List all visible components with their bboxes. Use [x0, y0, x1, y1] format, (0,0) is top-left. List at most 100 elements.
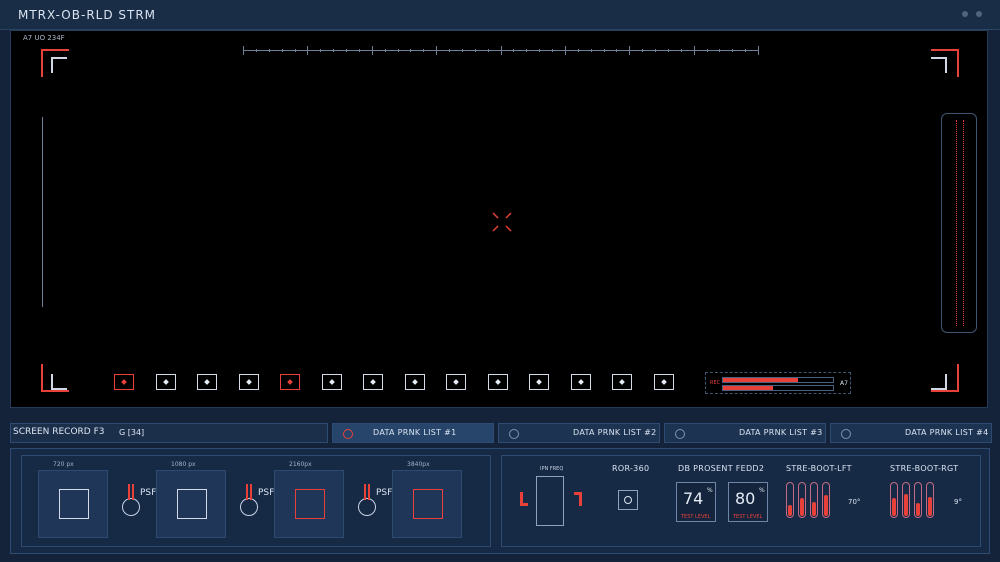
resolution-card[interactable]: 720 px — [38, 461, 108, 538]
record-status: SCREEN RECORD F3 G [34] — [10, 423, 328, 443]
ruler-tick — [719, 49, 721, 52]
boot-pill — [798, 482, 806, 518]
value-unit: % — [759, 487, 765, 494]
boot-pill-fill — [928, 496, 932, 516]
selection-box[interactable] — [526, 371, 552, 393]
tab-label: DATA PRNK LIST #4 — [905, 428, 989, 437]
selection-box[interactable] — [568, 371, 594, 393]
ruler-tick — [745, 49, 747, 52]
selection-box[interactable] — [236, 371, 262, 393]
ror-dial — [618, 490, 638, 510]
boot-right-label: STRE-BOOT-RGT — [890, 464, 959, 473]
boot-pill — [810, 482, 818, 518]
selection-box[interactable] — [319, 371, 345, 393]
value-number: 80 — [735, 489, 756, 508]
psf-bar-icon — [246, 484, 252, 500]
vertical-meter — [941, 113, 977, 333]
close-button[interactable] — [976, 11, 982, 17]
boot-pill-fill — [916, 503, 920, 516]
ror-label: ROR-360 — [612, 464, 650, 473]
resolution-card[interactable]: 2160px — [274, 461, 344, 538]
tab-radio-icon — [509, 429, 519, 439]
value-unit: % — [707, 487, 713, 494]
psf-label: PSF — [376, 488, 393, 498]
ipn-freq-meter — [536, 476, 564, 526]
status-bar: SCREEN RECORD F3 G [34] DATA PRNK LIST #… — [10, 423, 992, 443]
crosshair-icon — [492, 212, 512, 232]
ruler-tick — [255, 49, 257, 52]
value-caption: TEST LEVEL — [681, 514, 711, 520]
psf-bar-icon — [364, 484, 370, 500]
ruler-tick — [693, 46, 695, 55]
tab-label: DATA PRNK LIST #2 — [573, 428, 657, 437]
ror-dial-center — [624, 496, 632, 504]
ruler-tick — [268, 49, 270, 52]
record-label: SCREEN RECORD F3 — [13, 427, 105, 437]
psf-label: PSF — [258, 488, 275, 498]
inner-corner-top-left — [51, 57, 67, 73]
psf-bar-icon — [128, 484, 134, 500]
selection-box[interactable] — [651, 371, 677, 393]
tab-label: DATA PRNK LIST #1 — [373, 428, 457, 437]
tab-data-list-4[interactable]: DATA PRNK LIST #4 — [830, 423, 992, 443]
tab-radio-icon — [841, 429, 851, 439]
ruler-tick — [346, 49, 347, 52]
selection-box[interactable] — [609, 371, 635, 393]
rec-bar-2 — [722, 385, 834, 391]
boot-pill-fill — [812, 501, 816, 516]
psf-indicator: PSF — [118, 484, 158, 524]
ruler-tick — [526, 49, 528, 52]
resolution-card[interactable]: 3840px — [392, 461, 462, 538]
minimize-button[interactable] — [962, 11, 968, 17]
ruler-tick — [629, 46, 631, 55]
bottom-panel: 720 px PSF 1080 px PSF 2160px PSF 3840px IP… — [10, 448, 990, 554]
record-code: G [34] — [119, 428, 145, 437]
boot-pill — [786, 482, 794, 518]
rec-label: REC — [710, 380, 721, 386]
ruler-tick — [371, 46, 373, 55]
selection-box[interactable] — [443, 371, 469, 393]
selection-box[interactable] — [111, 371, 137, 393]
tab-data-list-2[interactable]: DATA PRNK LIST #2 — [498, 423, 660, 443]
boot-left-pills — [786, 482, 834, 522]
psf-label: PSF — [140, 488, 157, 498]
left-ruler — [42, 117, 43, 307]
ruler-tick — [590, 49, 592, 52]
ruler-tick — [706, 49, 708, 52]
boot-pill — [902, 482, 910, 518]
viewport-id: A7 UO 234F — [23, 34, 65, 42]
boot-right-pills — [890, 482, 938, 522]
ipn-freq-label: IPN FREQ — [540, 466, 564, 472]
ruler-tick — [474, 49, 476, 52]
ruler-tick — [358, 49, 360, 52]
selection-box[interactable] — [402, 371, 428, 393]
ruler-tick — [307, 46, 309, 55]
selection-box[interactable] — [194, 371, 220, 393]
ruler-tick — [513, 49, 515, 52]
video-viewport[interactable]: A7 UO 234F REC A7 — [10, 30, 988, 408]
selection-box[interactable] — [360, 371, 386, 393]
ruler-tick — [281, 49, 283, 52]
ruler-tick — [384, 49, 386, 52]
ruler-tick — [243, 46, 244, 55]
resolution-card[interactable]: 1080 px — [156, 461, 226, 538]
tab-radio-icon — [343, 429, 353, 439]
tab-data-list-1[interactable]: DATA PRNK LIST #1 — [332, 423, 494, 443]
resolution-label: 1080 px — [171, 461, 196, 468]
resolution-label: 720 px — [53, 461, 74, 468]
selection-box[interactable] — [277, 371, 303, 393]
boot-pill-fill — [892, 498, 896, 516]
vertical-meter-track — [956, 120, 964, 326]
ipn-freq-bracket-left — [520, 492, 528, 506]
resolution-group: 720 px PSF 1080 px PSF 2160px PSF 3840px — [21, 455, 491, 547]
inner-corner-bottom-left — [51, 374, 67, 390]
selection-box[interactable] — [153, 371, 179, 393]
selection-box[interactable] — [485, 371, 511, 393]
ruler-tick — [410, 49, 412, 52]
ruler-tick — [436, 46, 438, 55]
rec-bar-1 — [722, 377, 834, 383]
ruler-tick — [667, 49, 669, 52]
boot-right-reading: 9° — [954, 498, 962, 506]
tab-data-list-3[interactable]: DATA PRNK LIST #3 — [664, 423, 826, 443]
inner-corner-bottom-right — [931, 374, 947, 390]
